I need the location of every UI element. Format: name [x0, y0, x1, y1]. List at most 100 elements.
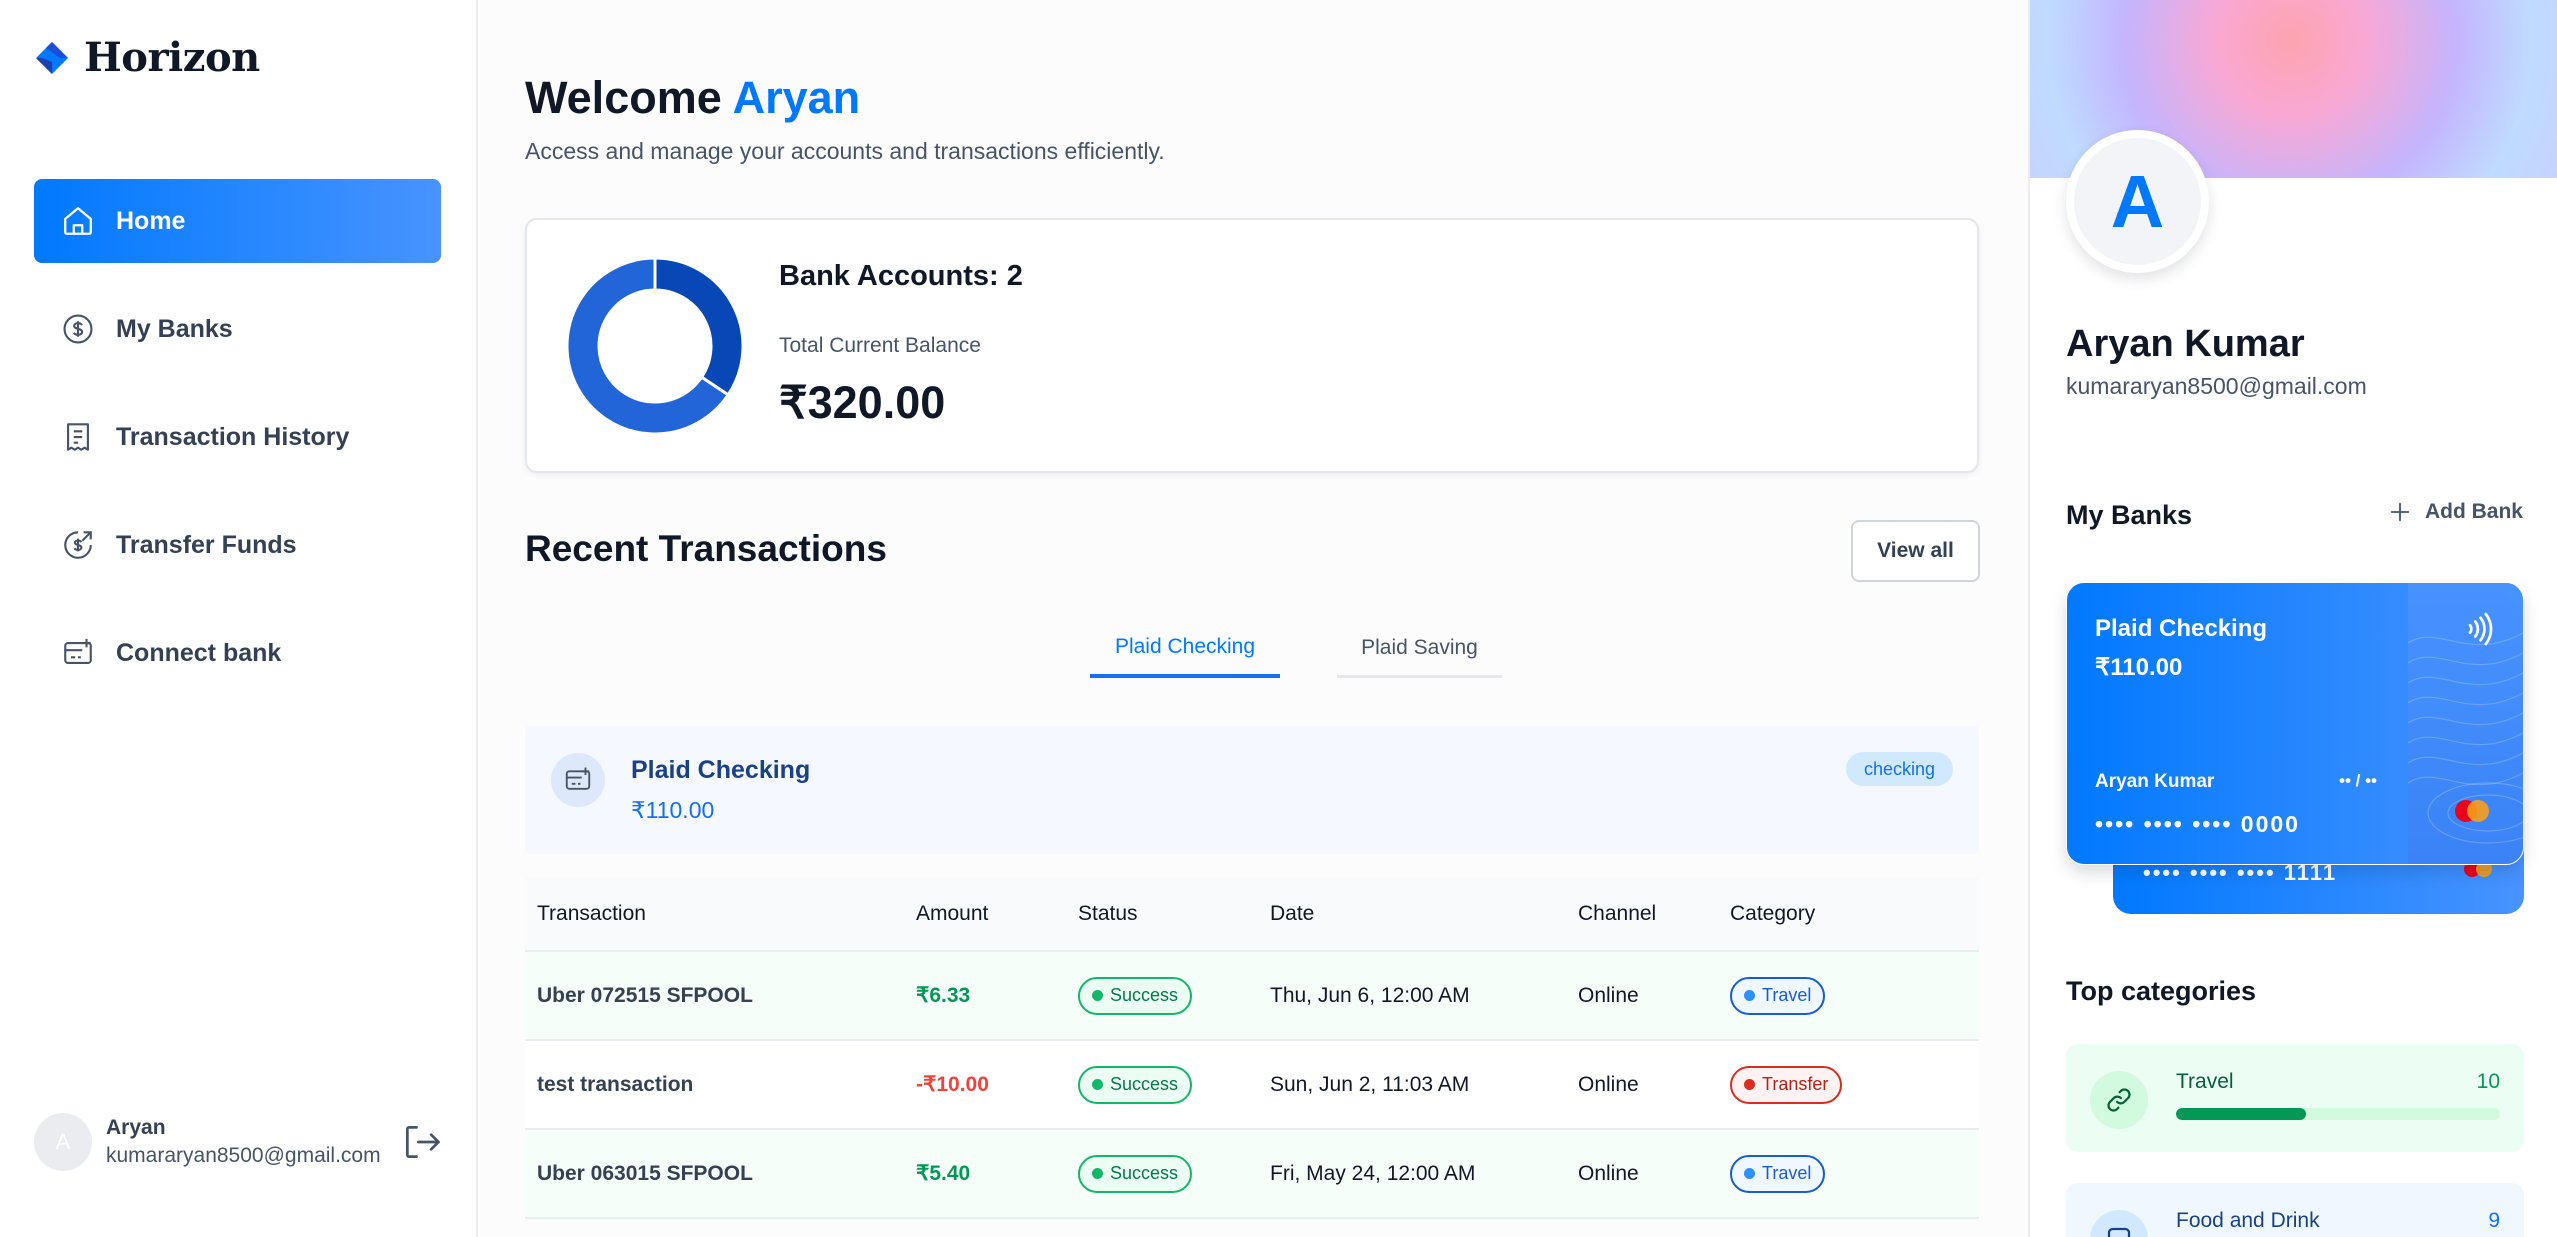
transaction-amount: ₹6.33 [916, 984, 971, 1007]
profile-avatar[interactable]: A [2066, 130, 2209, 273]
category-dot [1744, 1168, 1755, 1179]
status-dot [1092, 1168, 1103, 1179]
donut-slice-plaid-checking [653, 256, 745, 397]
category-label: Travel [1762, 985, 1812, 1005]
column-header: Amount [916, 902, 989, 925]
transaction-date: Thu, Jun 6, 12:00 AM [1270, 983, 1470, 1007]
transaction-date: Sun, Jun 2, 11:03 AM [1270, 1072, 1470, 1096]
card-balance: ₹110.00 [2095, 654, 2183, 681]
status-dot [1092, 990, 1103, 1001]
plus-icon [2390, 502, 2410, 522]
transaction-amount: -₹10.00 [916, 1073, 989, 1096]
sidebar-item-label: Home [116, 206, 186, 235]
total-balance-card: Bank Accounts: 2 Total Current Balance ₹… [525, 218, 1979, 473]
logo[interactable]: Horizon [34, 34, 260, 81]
table-row[interactable]: Uber 063015 SFPOOL ₹5.40 Success Fri, Ma… [525, 1130, 1979, 1219]
column-header: Transaction [537, 902, 646, 925]
right-sidebar: A Aryan Kumar kumararyan8500@gmail.com M… [2028, 0, 2557, 1237]
column-header: Channel [1578, 902, 1657, 925]
table-row[interactable]: Uber 072515 SFPOOL ₹6.33 Success Thu, Ju… [525, 952, 1979, 1041]
category-cell: Travel [1730, 1154, 1979, 1193]
logout-icon[interactable] [400, 1120, 444, 1164]
sidebar-user: A Aryan kumararyan8500@gmail.com [34, 1113, 444, 1171]
greeting: Welcome [525, 72, 722, 123]
status-label: Success [1110, 1074, 1179, 1094]
dollar-circle-icon [60, 311, 96, 347]
profile-name: Aryan Kumar [2066, 323, 2305, 365]
bank-accounts-count: Bank Accounts: 2 [779, 260, 1023, 292]
sidebar-item-label: Transaction History [116, 422, 350, 451]
category-count: 9 [2488, 1209, 2500, 1232]
account-type-badge: checking [1845, 752, 1953, 786]
sidebar-nav: Home My Banks Transaction History Transf… [34, 179, 441, 719]
selected-account-summary: Plaid Checking ₹110.00 checking [525, 726, 1979, 854]
category-badge: Travel [1730, 1154, 1826, 1193]
status-badge: Success [1078, 976, 1193, 1015]
sidebar-item-transaction-history[interactable]: Transaction History [34, 395, 441, 479]
total-balance-value: ₹320.00 [779, 377, 946, 428]
transaction-date: Fri, May 24, 12:00 AM [1270, 1161, 1476, 1185]
sidebar-item-home[interactable]: Home [34, 179, 441, 263]
food-icon [2090, 1210, 2148, 1237]
category-progress [2176, 1108, 2500, 1120]
sidebar-item-label: Transfer Funds [116, 530, 297, 559]
category-badge: Travel [1730, 976, 1826, 1015]
status-cell: Success [1078, 1065, 1270, 1104]
brand-name: Horizon [84, 34, 260, 81]
category-name: Food and Drink [2176, 1209, 2320, 1232]
main-content: Welcome Aryan Access and manage your acc… [480, 0, 2028, 1237]
page-subtitle: Access and manage your accounts and tran… [525, 138, 1165, 164]
card-bank-name: Plaid Checking [2095, 615, 2268, 642]
add-bank-label: Add Bank [2424, 500, 2523, 523]
status-label: Success [1110, 1163, 1179, 1183]
category-progress-fill [2176, 1108, 2306, 1120]
user-email: kumararyan8500@gmail.com [106, 1144, 381, 1167]
sidebar-item-transfer-funds[interactable]: Transfer Funds [34, 503, 441, 587]
transaction-channel: Online [1578, 1161, 1639, 1185]
category-dot [1744, 1079, 1755, 1090]
transaction-channel: Online [1578, 983, 1639, 1007]
card-expiry: •• / •• [2339, 771, 2377, 790]
recent-transactions-title: Recent Transactions [525, 528, 887, 569]
view-all-button[interactable]: View all [1851, 520, 1980, 582]
status-badge: Success [1078, 1154, 1193, 1193]
my-banks-title: My Banks [2066, 500, 2193, 530]
transaction-name: Uber 072515 SFPOOL [537, 983, 753, 1007]
connect-bank-icon [60, 635, 96, 671]
transaction-name: Uber 063015 SFPOOL [537, 1161, 753, 1185]
greeting-name: Aryan [732, 72, 861, 123]
column-header: Date [1270, 902, 1315, 925]
transaction-name: test transaction [537, 1072, 694, 1096]
profile-email: kumararyan8500@gmail.com [2066, 373, 2367, 399]
account-balance: ₹110.00 [631, 797, 715, 823]
status-badge: Success [1078, 1065, 1193, 1104]
add-bank-button[interactable]: Add Bank [2389, 500, 2523, 524]
sidebar: Horizon Home My Banks Transaction Histor… [0, 0, 478, 1237]
card-number: •••• •••• •••• 0000 [2095, 811, 2300, 837]
column-header: Status [1078, 902, 1138, 925]
status-cell: Success [1078, 976, 1270, 1015]
category-badge: Transfer [1730, 1065, 1843, 1104]
status-label: Success [1110, 985, 1179, 1005]
category-cell: Travel [1730, 976, 1979, 1015]
transaction-amount: ₹5.40 [916, 1162, 971, 1185]
status-cell: Success [1078, 1154, 1270, 1193]
avatar[interactable]: A [34, 1113, 92, 1171]
sidebar-item-my-banks[interactable]: My Banks [34, 287, 441, 371]
column-header: Category [1730, 902, 1816, 925]
bank-card-primary[interactable]: Plaid Checking ₹110.00 Aryan Kumar •• / … [2066, 582, 2524, 865]
table-row[interactable]: test transaction -₹10.00 Success Sun, Ju… [525, 1041, 1979, 1130]
tab-plaid-saving[interactable]: Plaid Saving [1337, 620, 1502, 678]
bank-card-icon [551, 753, 605, 807]
sidebar-item-connect-bank[interactable]: Connect bank [34, 611, 441, 695]
table-header: Transaction Amount Status Date Channel C… [525, 878, 1979, 952]
page-title: Welcome Aryan [525, 72, 860, 124]
app-root: Horizon Home My Banks Transaction Histor… [0, 0, 2557, 1237]
link-icon [2090, 1071, 2148, 1129]
transaction-channel: Online [1578, 1072, 1639, 1096]
account-tabs: Plaid Checking Plaid Saving [525, 620, 1979, 680]
tab-plaid-checking[interactable]: Plaid Checking [1090, 620, 1280, 678]
mastercard-icon [2455, 800, 2489, 822]
top-categories-title: Top categories [2066, 976, 2257, 1006]
category-cell: Transfer [1730, 1065, 1979, 1104]
